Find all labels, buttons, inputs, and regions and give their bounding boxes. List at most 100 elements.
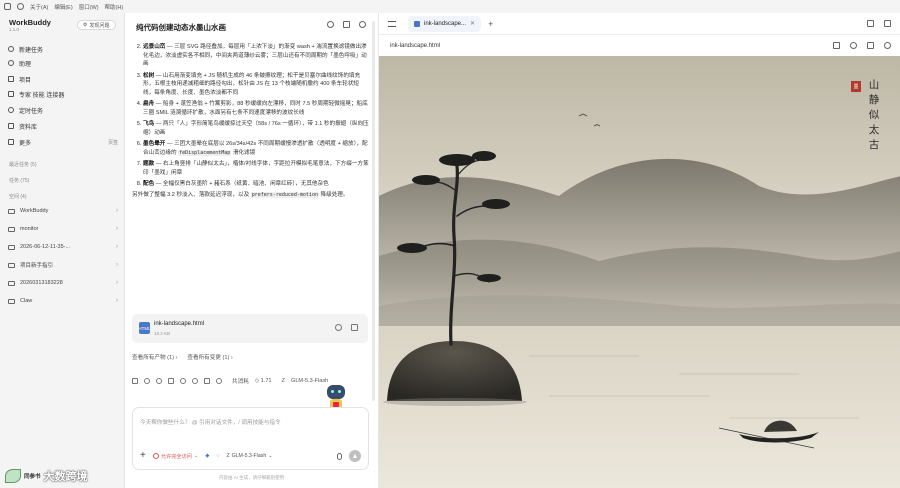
chevron-right-icon: › — [116, 208, 118, 214]
item-text: — 两只「人」字形简笔鸟缓缓掠过天空（58s / 76s 一循环），带 1.1 … — [143, 121, 369, 136]
search-icon[interactable] — [327, 21, 334, 28]
sidebar-item-project[interactable]: 项目 — [8, 73, 118, 85]
menu-about[interactable]: 关于(A) — [30, 3, 48, 11]
cloud-icon[interactable]: ◆ — [205, 453, 209, 459]
sidebar-item-experts[interactable]: 专家 技能 连接器 — [8, 88, 118, 100]
seal-stamp: 墨 — [851, 81, 861, 92]
folder-item[interactable]: 项目新手指引 › — [8, 259, 118, 271]
chat-input[interactable]: 今天帮你做些什么？ @ 引用对话文件，/ 调用技能与指令 — [140, 418, 281, 426]
model-select-label: GLM-5.3-Flash — [231, 453, 267, 459]
folder-icon — [8, 208, 15, 214]
sidebar: WorkBuddy 1.1.0 ⚙ 发现问题 新建任务 助理 项目 专家 技能 连… — [0, 13, 125, 488]
share-icon[interactable] — [351, 324, 358, 331]
tab-label: ink-landscape... — [424, 20, 467, 27]
sidebar-item-more[interactable]: 更多 页签 — [8, 136, 118, 148]
folder-icon — [8, 226, 15, 232]
permission-toggle[interactable]: 允许完全访问 ⌄ — [152, 453, 198, 460]
menu-icon[interactable] — [388, 20, 396, 27]
thumbs-down-icon[interactable] — [156, 378, 162, 384]
sidebar-toggle-icon[interactable] — [4, 3, 11, 10]
microphone-icon[interactable] — [337, 452, 342, 460]
item-text: — 右上角竖排「山静似太古」，楷体/衬线字体，字距拉开模拟毛笔意法，下方缀一方篆… — [143, 160, 369, 176]
share-icon[interactable] — [204, 378, 210, 384]
folder-item[interactable]: Claw › — [8, 295, 118, 307]
warning-icon — [152, 453, 159, 459]
section-space[interactable]: 空间 (4) — [9, 193, 27, 200]
chat-scrollbar[interactable] — [372, 21, 375, 401]
app-name: WorkBuddy — [9, 18, 51, 27]
file-path: ink-landscape.html — [390, 42, 441, 49]
bookmark-icon[interactable] — [168, 378, 174, 384]
search-icon[interactable] — [17, 3, 24, 10]
add-attachment-icon[interactable]: + — [140, 451, 146, 461]
folder-item[interactable]: 20260313183228 › — [8, 277, 118, 289]
sidebar-item-label: 定时任务 — [19, 108, 44, 115]
item-head: 远景山峦 — [143, 44, 166, 50]
share-icon[interactable] — [867, 42, 874, 49]
tab-ink-landscape[interactable]: ink-landscape... ✕ — [408, 15, 482, 32]
speaker-icon[interactable] — [180, 378, 186, 384]
preview-tools — [833, 42, 891, 49]
item-text: — 山石用渐变填充 + JS 随机生成的 46 条皴擦纹理；松干是贝塞尔曲线纹饰… — [143, 72, 361, 97]
copy-icon[interactable] — [132, 378, 138, 384]
model-select[interactable]: Z GLM-5.3-Flash ⌄ — [226, 453, 272, 459]
plus-circle-icon — [8, 46, 14, 52]
add-tab-icon[interactable]: + — [488, 19, 493, 29]
outro-text: 另外做了整幅 3.2 秒淡入、落款延迟浮现，以及 — [132, 192, 251, 199]
artifact-links: 查看所有产物 (1) › 查看所有变更 (1) › — [132, 353, 233, 361]
chat-input-box[interactable]: 今天帮你做些什么？ @ 引用对话文件，/ 调用技能与指令 + 允许完全访问 ⌄ ◆… — [132, 407, 369, 470]
view-outputs-link[interactable]: 查看所有产物 (1) › — [132, 353, 177, 361]
regenerate-icon[interactable] — [192, 378, 198, 384]
item-text: — 船身 + 蓬笠渔翁 + 竹篙剪影，88 秒缓缓向左漂移，同时 7.5 秒周期… — [143, 101, 368, 116]
window-menubar: 关于(A) 编辑(E) 窗口(W) 帮助(H) — [0, 0, 125, 13]
permission-label: 允许完全访问 — [160, 453, 192, 460]
model-logo-icon: Z — [281, 378, 285, 384]
expand-icon[interactable] — [867, 20, 874, 27]
bug-icon: ⚙ — [83, 22, 88, 28]
sidebar-item-library[interactable]: 资料库 — [8, 120, 118, 132]
collapse-icon[interactable] — [884, 20, 891, 27]
menu-window[interactable]: 窗口(W) — [79, 3, 99, 11]
sidebar-item-assistant[interactable]: 助理 — [8, 57, 118, 69]
edit-icon[interactable] — [833, 42, 840, 49]
folder-icon — [8, 262, 15, 268]
folder-icon — [8, 244, 15, 250]
more-icon[interactable] — [216, 378, 222, 384]
file-attachment-card[interactable]: HTML ink-landscape.html 18.2 KB — [132, 314, 368, 343]
folder-icon — [8, 298, 15, 304]
section-tasks[interactable]: 任务 (75) — [9, 177, 29, 184]
inscription-char: 山 — [868, 79, 880, 91]
folder-item[interactable]: 2026-06-12-11-35-... › — [8, 241, 118, 253]
view-changes-link[interactable]: 查看所有变更 (1) › — [187, 353, 232, 361]
menu-edit[interactable]: 编辑(E) — [54, 3, 72, 11]
sidebar-item-label: 资料库 — [19, 124, 38, 131]
file-name: ink-landscape.html — [154, 321, 205, 327]
message-actions: 共消耗 ◇ 1.71 Z GLM-5.3-Flash — [132, 377, 328, 385]
file-size: 18.2 KB — [154, 331, 171, 336]
feedback-button[interactable]: ⚙ 发现问题 — [77, 20, 116, 30]
more-icon[interactable] — [884, 42, 891, 49]
logo-small-text: 同参书 — [24, 474, 41, 480]
folder-item[interactable]: WorkBuddy › — [8, 205, 118, 217]
menu-help[interactable]: 帮助(H) — [105, 3, 124, 11]
cost-label: 共消耗 — [232, 379, 249, 385]
sidebar-item-scheduled[interactable]: 定时任务 — [8, 104, 118, 116]
sidebar-item-label: 助理 — [19, 61, 32, 68]
close-icon[interactable]: ✕ — [470, 20, 475, 27]
section-recent[interactable]: 最近任务 (5) — [9, 161, 37, 168]
folder-item[interactable]: monitor › — [8, 223, 118, 235]
ink-landscape-preview[interactable]: 墨 山 静 似 太 古 — [379, 56, 900, 488]
window-controls — [867, 20, 891, 27]
send-button[interactable]: ▲ — [349, 450, 361, 462]
open-preview-icon[interactable] — [335, 324, 342, 331]
logo-text: 大数跨境 — [43, 471, 88, 483]
browser-icon[interactable] — [850, 42, 857, 49]
share-icon[interactable] — [343, 21, 350, 28]
preview-panel: ink-landscape... ✕ + ink-landscape.html — [378, 13, 900, 488]
ink-landscape-painting — [379, 56, 900, 488]
sidebar-item-new-task[interactable]: 新建任务 — [8, 43, 118, 55]
thumbs-up-icon[interactable] — [144, 378, 150, 384]
history-icon[interactable] — [359, 21, 366, 28]
app-version: 1.1.0 — [9, 27, 20, 32]
ai-disclaimer: 内容由 AI 生成，请仔细甄别使用 — [218, 475, 285, 480]
